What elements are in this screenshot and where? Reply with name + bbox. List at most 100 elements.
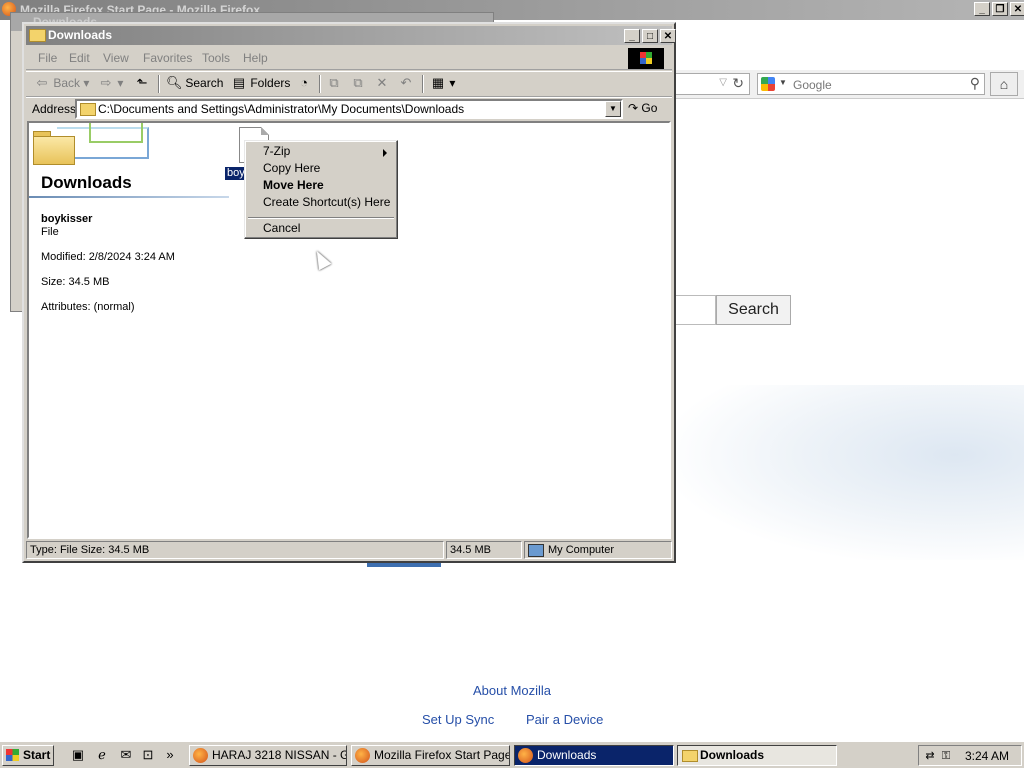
chevron-down-icon[interactable]: ▽ <box>719 77 727 88</box>
close-icon[interactable]: ✕ <box>660 29 676 43</box>
clock[interactable]: 3:24 AM <box>965 749 1009 763</box>
show-desktop-icon[interactable]: ▣ <box>70 747 86 763</box>
menu-item-cancel[interactable]: Cancel <box>263 221 300 235</box>
menu-item-create-shortcut[interactable]: Create Shortcut(s) Here <box>263 195 390 209</box>
start-button[interactable]: Start <box>2 745 54 766</box>
go-arrow-icon: ↷ <box>628 101 639 115</box>
move-to-button[interactable]: ⧉ <box>326 75 342 91</box>
toolbar-separator <box>422 75 424 93</box>
start-page-background-wave <box>676 385 1024 560</box>
submenu-arrow-icon <box>383 149 387 157</box>
back-button[interactable]: ⇦ Back ▾ <box>34 75 90 91</box>
chevron-down-icon[interactable]: ▼ <box>605 101 621 117</box>
history-icon: ◔ <box>300 75 308 90</box>
address-label: Address <box>32 102 77 116</box>
pane-folder-title: Downloads <box>41 173 132 192</box>
selected-file-modified: Modified: 2/8/2024 3:24 AM <box>41 251 175 263</box>
selected-file-name: boykisser <box>41 213 93 225</box>
close-icon[interactable]: ✕ <box>1010 2 1024 16</box>
menu-item-copy-here[interactable]: Copy Here <box>263 161 320 175</box>
menu-separator <box>248 217 394 219</box>
history-button[interactable]: ◔ <box>296 75 312 91</box>
menu-view[interactable]: View <box>103 51 129 65</box>
maximize-icon[interactable]: □ <box>642 29 658 43</box>
go-label: Go <box>641 101 658 115</box>
search-button[interactable]: 🔍︎ Search <box>166 75 223 91</box>
about-mozilla-link[interactable]: About Mozilla <box>473 683 551 698</box>
up-folder-icon: ⬑ <box>136 75 148 90</box>
taskbar-button-firefox[interactable]: Mozilla Firefox Start Page -... <box>351 745 510 766</box>
up-folder-button[interactable]: ⬑ <box>134 75 150 91</box>
search-icon[interactable]: ⚲ <box>970 75 980 92</box>
start-page-search-input[interactable] <box>676 295 716 325</box>
firefox-icon <box>518 748 533 763</box>
delete-button[interactable]: ✕ <box>374 75 390 91</box>
copy-to-icon: ⧉ <box>353 75 363 90</box>
views-icon: ▦ <box>431 75 445 90</box>
pair-device-link[interactable]: Pair a Device <box>526 712 603 727</box>
back-arrow-icon: ⇦ <box>36 75 48 90</box>
selected-file-attributes: Attributes: (normal) <box>41 301 135 313</box>
menu-item-label: 7-Zip <box>263 144 291 158</box>
forward-button[interactable]: ⇨ ▾ <box>98 75 124 91</box>
firefox-url-bar[interactable]: ▽ ↻ <box>676 73 750 95</box>
menu-item-7zip[interactable]: 7-Zip <box>263 144 393 158</box>
large-folder-icon <box>33 131 75 165</box>
go-button[interactable]: ↷ Go <box>628 101 657 115</box>
address-path: C:\Documents and Settings\Administrator\… <box>98 102 465 116</box>
minimize-icon[interactable]: _ <box>974 2 990 16</box>
menu-help[interactable]: Help <box>243 51 268 65</box>
address-input[interactable]: C:\Documents and Settings\Administrator\… <box>75 99 623 119</box>
explorer-title-bar[interactable]: Downloads _ □ ✕ <box>26 26 676 45</box>
chevron-right-icon[interactable]: » <box>162 747 178 763</box>
taskbar-button-downloads-active[interactable]: Downloads <box>514 745 674 766</box>
menu-file[interactable]: File <box>38 51 57 65</box>
search-engine-dropdown-icon[interactable]: ▼ <box>779 78 787 87</box>
google-icon[interactable] <box>761 77 775 91</box>
address-bar: Address C:\Documents and Settings\Admini… <box>26 97 672 122</box>
restore-icon[interactable]: ❐ <box>992 2 1008 16</box>
setup-sync-link[interactable]: Set Up Sync <box>422 712 494 727</box>
undo-button[interactable]: ↶ <box>398 75 414 91</box>
undo-icon: ↶ <box>400 75 412 90</box>
search-icon: 🔍︎ <box>166 75 183 90</box>
move-to-icon: ⧉ <box>329 75 339 90</box>
delete-icon: ✕ <box>376 75 388 90</box>
taskbar: Start ▣ ℯ ✉ ⊡ » HARAJ 3218 NISSAN - G...… <box>0 741 1024 768</box>
task-label: Mozilla Firefox Start Page -... <box>374 748 510 762</box>
minimize-icon[interactable]: _ <box>624 29 640 43</box>
security-icon[interactable]: ⚿ <box>939 749 953 763</box>
home-icon[interactable]: ⌂ <box>990 72 1018 96</box>
menu-edit[interactable]: Edit <box>69 51 90 65</box>
toolbar-separator <box>158 75 160 93</box>
menu-favorites[interactable]: Favorites <box>143 51 192 65</box>
menu-tools[interactable]: Tools <box>202 51 230 65</box>
copy-to-button[interactable]: ⧉ <box>350 75 366 91</box>
status-description: Type: File Size: 34.5 MB <box>26 541 444 559</box>
banner-decoration <box>89 123 143 143</box>
outlook-express-icon[interactable]: ✉ <box>118 747 134 763</box>
folders-icon: ▤ <box>232 75 246 90</box>
explorer-quick-launch-icon[interactable]: ⊡ <box>140 747 156 763</box>
explorer-window: Downloads _ □ ✕ File Edit View Favorites… <box>22 22 676 563</box>
status-size: 34.5 MB <box>446 541 522 559</box>
folders-button[interactable]: ▤ Folders <box>231 75 291 91</box>
forward-arrow-icon: ⇨ <box>100 75 112 90</box>
my-computer-icon <box>528 543 544 557</box>
reload-icon[interactable]: ↻ <box>732 75 744 92</box>
menu-item-move-here[interactable]: Move Here <box>263 178 324 192</box>
folder-icon <box>29 29 46 42</box>
folder-icon <box>80 103 96 116</box>
firefox-search-box[interactable]: ▼ Google ⚲ <box>757 73 985 95</box>
start-page-search-button[interactable]: Search <box>716 295 791 325</box>
system-tray: ⇄ ⚿ 3:24 AM <box>918 745 1022 766</box>
internet-explorer-icon[interactable]: ℯ <box>94 747 110 763</box>
network-icon[interactable]: ⇄ <box>923 749 937 763</box>
standard-toolbar: ⇦ Back ▾ ⇨ ▾ ⬑ 🔍︎ Search ▤ Folders ◔ ⧉ ⧉… <box>26 71 672 97</box>
windows-flag-icon <box>6 749 19 761</box>
status-bar: Type: File Size: 34.5 MB 34.5 MB My Comp… <box>26 540 672 560</box>
taskbar-button-haraj[interactable]: HARAJ 3218 NISSAN - G... <box>189 745 347 766</box>
taskbar-button-downloads-folder[interactable]: Downloads <box>677 745 837 766</box>
views-button[interactable]: ▦ ▾ <box>430 75 456 91</box>
search-placeholder: Google <box>793 78 832 92</box>
